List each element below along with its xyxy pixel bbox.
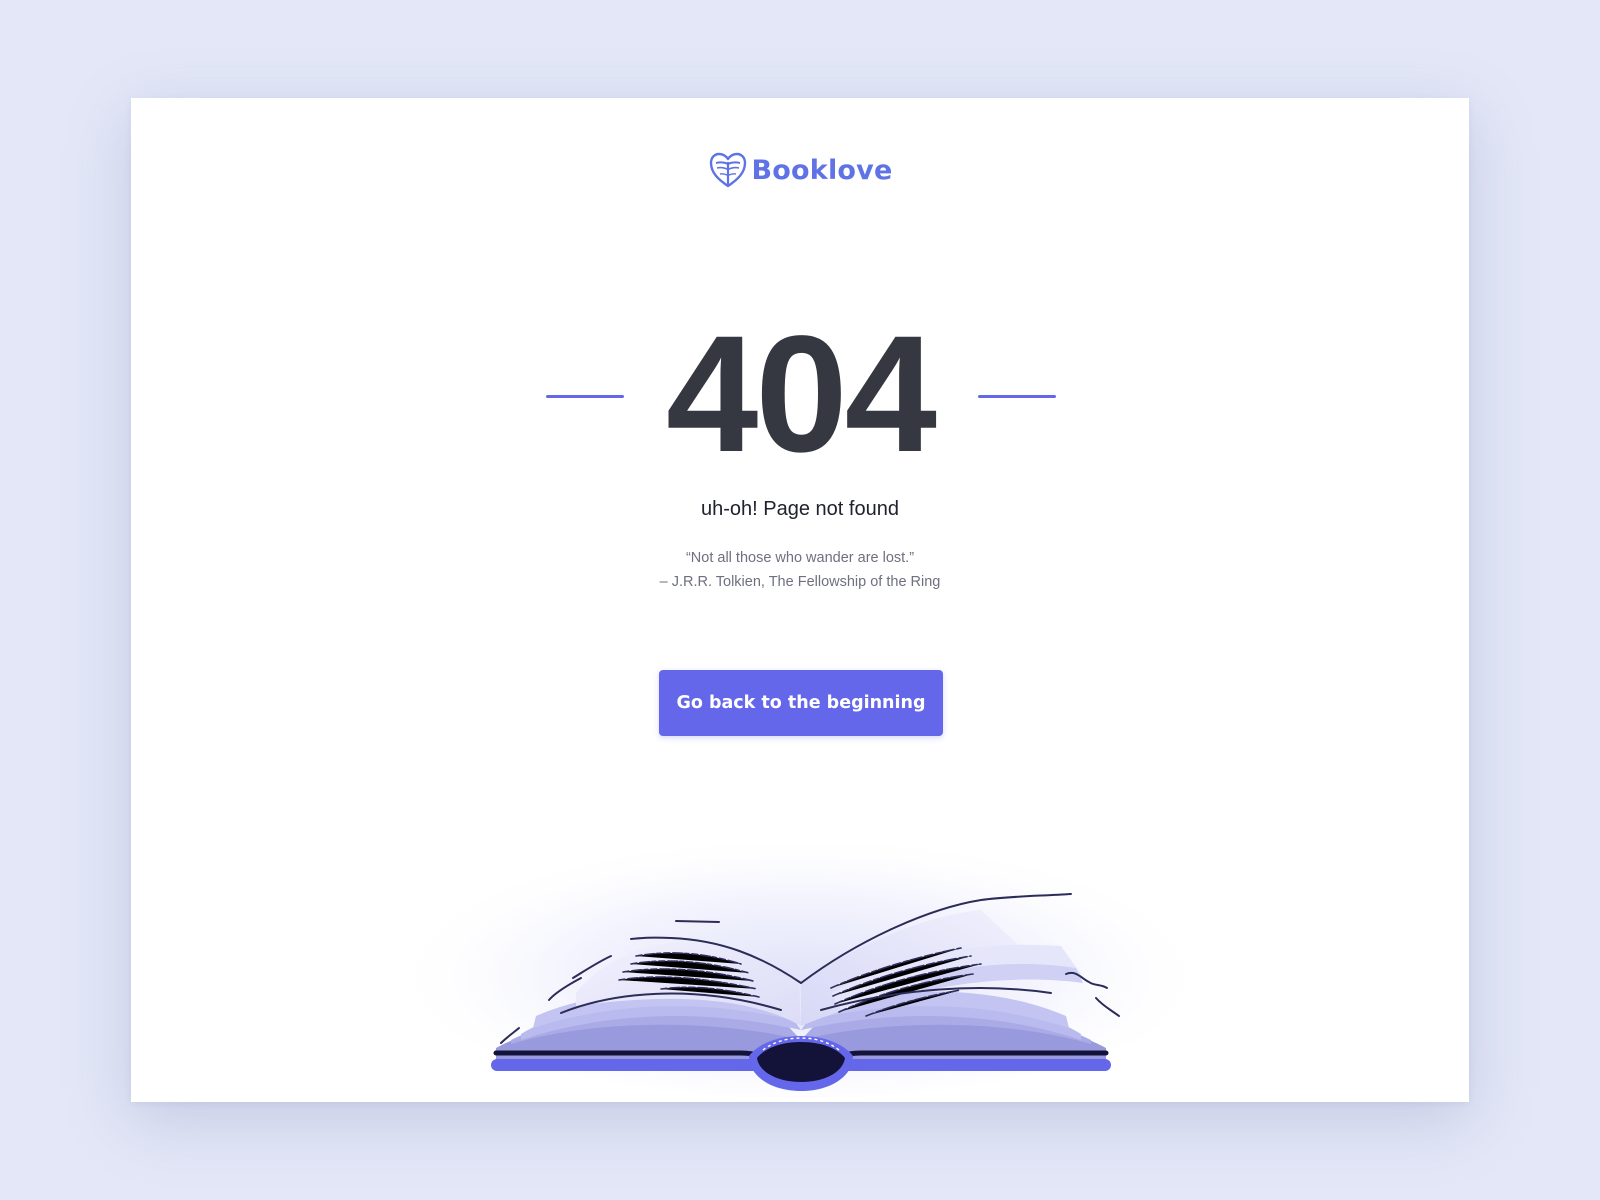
- book-heart-icon: [709, 152, 746, 188]
- quote-attribution: – J.R.R. Tolkien, The Fellowship of the …: [659, 574, 941, 590]
- error-card: Booklove 404 uh-oh! Page not found “Not …: [131, 98, 1469, 1102]
- quote-block: “Not all those who wander are lost.” – J…: [131, 546, 1469, 594]
- brand-name: Booklove: [751, 154, 893, 186]
- error-code-row: 404: [131, 302, 1469, 487]
- open-book-illustration: [361, 778, 1241, 1098]
- go-back-button[interactable]: Go back to the beginning: [659, 670, 943, 736]
- quote-text: “Not all those who wander are lost.”: [685, 550, 915, 566]
- error-code: 404: [666, 302, 937, 487]
- decorative-dash-right: [978, 395, 1056, 398]
- brand-logo[interactable]: Booklove: [131, 150, 1469, 190]
- error-title: uh-oh! Page not found: [701, 498, 899, 520]
